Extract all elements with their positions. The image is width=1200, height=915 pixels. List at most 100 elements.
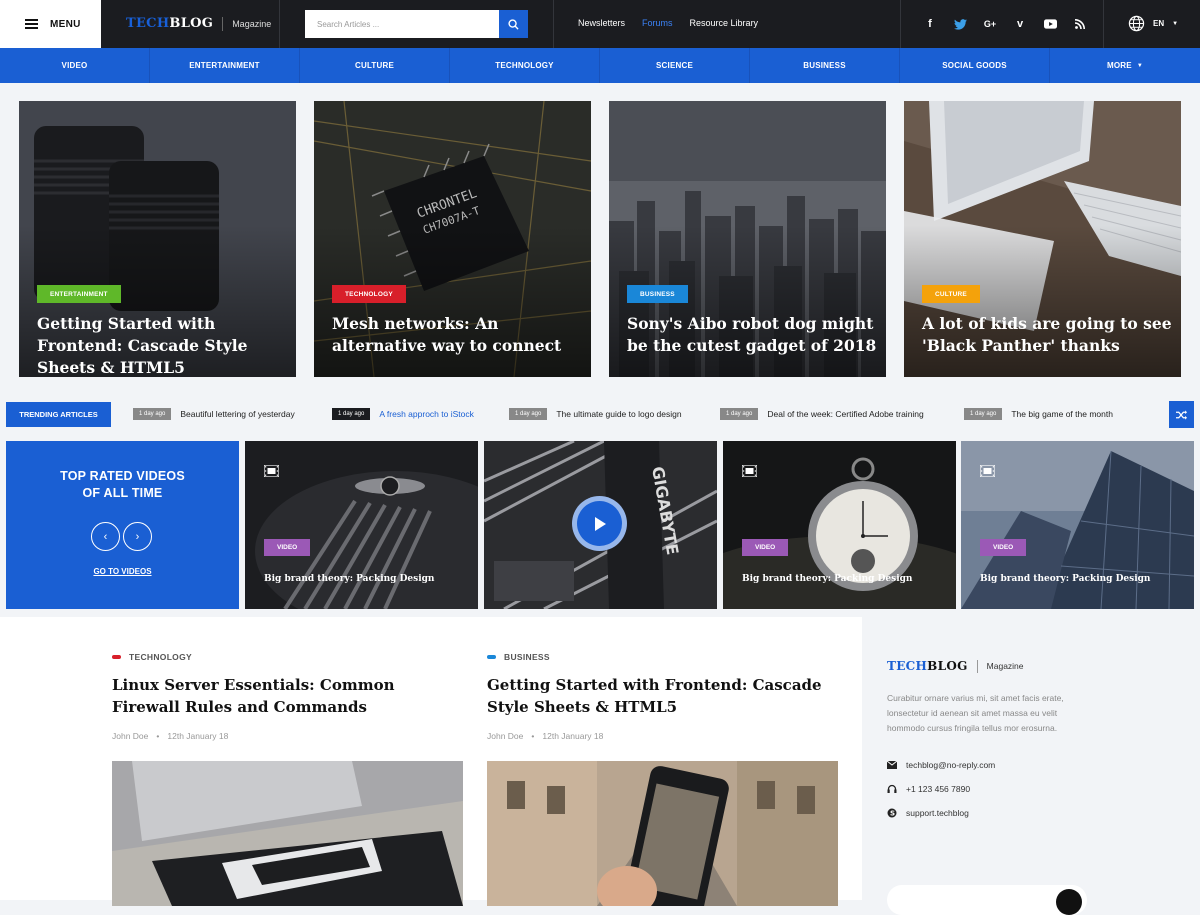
google-plus-icon[interactable]: G+ [982, 16, 998, 32]
shuffle-icon [1176, 409, 1187, 420]
nav-label: ENTERTAINMENT [189, 61, 260, 70]
main-content: TECHNOLOGY Linux Server Essentials: Comm… [0, 617, 862, 906]
link-forums[interactable]: Forums [642, 18, 673, 28]
trending-item[interactable]: 1 day ago Beautiful lettering of yesterda… [133, 408, 295, 420]
nav-item-culture[interactable]: CULTURE [300, 48, 450, 83]
prev-arrow-icon[interactable]: ‹ [91, 522, 120, 551]
video-title[interactable]: Big brand theory: Packing Design [742, 574, 912, 584]
video-card[interactable]: VIDEO Big brand theory: Packing Design [245, 441, 478, 609]
post-category[interactable]: TECHNOLOGY [112, 652, 192, 662]
skype-icon: S [887, 808, 897, 818]
nav-item-more[interactable]: MORE ▼ [1050, 48, 1200, 83]
time-badge: 1 day ago [509, 408, 548, 420]
time-badge: 1 day ago [964, 408, 1003, 420]
meta-separator: • [531, 731, 535, 741]
video-card[interactable]: GIGABYTE [484, 441, 717, 609]
nav-item-social-goods[interactable]: SOCIAL GOODS [900, 48, 1050, 83]
hero-title[interactable]: Mesh networks: An alternative way to con… [332, 313, 582, 357]
logo-subtitle: Magazine [232, 18, 272, 29]
post-image[interactable] [487, 761, 838, 906]
promo-title: TOP RATED VIDEOS OF ALL TIME [6, 468, 239, 502]
category-dot [112, 655, 121, 659]
twitter-icon[interactable] [952, 16, 968, 32]
post-author[interactable]: John Doe [112, 731, 148, 741]
film-icon [263, 464, 280, 482]
nav-item-science[interactable]: SCIENCE [600, 48, 750, 83]
hero-card[interactable]: CULTURE A lot of kids are going to see '… [904, 101, 1181, 377]
envelope-icon [887, 761, 897, 769]
post-image[interactable] [112, 761, 463, 906]
facebook-icon[interactable]: f [922, 16, 938, 32]
trending-item[interactable]: 1 day ago The big game of the month [964, 408, 1113, 420]
vimeo-icon[interactable]: v [1012, 16, 1028, 32]
nav-item-technology[interactable]: TECHNOLOGY [450, 48, 600, 83]
youtube-icon[interactable] [1042, 16, 1058, 32]
post-title[interactable]: Linux Server Essentials: Common Firewall… [112, 674, 462, 718]
site-logo[interactable]: TECHBLOG Magazine [126, 16, 271, 31]
category-badge[interactable]: CULTURE [922, 285, 980, 303]
trending-label: TRENDING ARTICLES [6, 402, 111, 427]
video-badge[interactable]: VIDEO [264, 539, 311, 556]
nav-item-business[interactable]: BUSINESS [750, 48, 900, 83]
trending-item[interactable]: 1 day ago Deal of the week: Certified Ado… [720, 408, 924, 420]
contact-skype[interactable]: S support.techblog [887, 808, 969, 818]
promo-title-line: OF ALL TIME [82, 486, 163, 500]
nav-item-video[interactable]: VIDEO [0, 48, 150, 83]
hero-card[interactable]: BUSINESS Sony's Aibo robot dog might be … [609, 101, 886, 377]
promo-title-line: TOP RATED VIDEOS [60, 469, 185, 483]
play-button[interactable] [572, 496, 627, 551]
post-author[interactable]: John Doe [487, 731, 523, 741]
post-category[interactable]: BUSINESS [487, 652, 550, 662]
phone-text: +1 123 456 7890 [906, 784, 971, 794]
hero-card[interactable]: CHRONTEL CH7007A-T TECHNOLOGY Mesh netwo… [314, 101, 591, 377]
hero-title[interactable]: Sony's Aibo robot dog might be the cutes… [627, 313, 877, 357]
video-badge[interactable]: VIDEO [742, 539, 789, 556]
trending-item[interactable]: 1 day ago A fresh approch to iStock [332, 408, 474, 420]
divider [1103, 0, 1104, 48]
post-title[interactable]: Getting Started with Frontend: Cascade S… [487, 674, 837, 718]
skype-text: support.techblog [906, 808, 969, 818]
go-to-videos-link[interactable]: GO TO VIDEOS [6, 567, 239, 576]
video-badge[interactable]: VIDEO [980, 539, 1027, 556]
post-category-label: BUSINESS [504, 652, 550, 662]
sidebar-logo[interactable]: TECHBLOG Magazine [887, 659, 1024, 673]
category-badge[interactable]: TECHNOLOGY [332, 285, 406, 303]
video-card[interactable]: VIDEO Big brand theory: Packing Design [961, 441, 1194, 609]
video-title[interactable]: Big brand theory: Packing Design [980, 574, 1150, 584]
nav-label: BUSINESS [803, 61, 846, 70]
next-arrow-icon[interactable]: › [123, 522, 152, 551]
video-card[interactable]: VIDEO Big brand theory: Packing Design [723, 441, 956, 609]
sidebar: TECHBLOG Magazine Curabitur ornare variu… [862, 617, 1200, 915]
nav-label: MORE [1107, 61, 1132, 70]
search-button[interactable] [499, 10, 528, 38]
post-category-label: TECHNOLOGY [129, 652, 192, 662]
shuffle-button[interactable] [1169, 401, 1194, 428]
trending-item[interactable]: 1 day ago The ultimate guide to logo desi… [509, 408, 682, 420]
hero-card[interactable]: ENTERTAINMENT Getting Started with Front… [19, 101, 296, 377]
rss-icon[interactable] [1072, 16, 1088, 32]
nav-label: SCIENCE [656, 61, 693, 70]
svg-text:S: S [890, 810, 895, 818]
menu-button[interactable]: MENU [0, 0, 101, 48]
logo-text-blog: BLOG [169, 16, 214, 31]
time-badge: 1 day ago [720, 408, 759, 420]
carousel-arrows: ‹ › [91, 522, 152, 551]
sidebar-search-button[interactable] [1056, 889, 1082, 915]
contact-phone[interactable]: +1 123 456 7890 [887, 784, 970, 794]
contact-email[interactable]: techblog@no-reply.com [887, 760, 995, 770]
video-title[interactable]: Big brand theory: Packing Design [264, 574, 434, 584]
link-resource-library[interactable]: Resource Library [690, 18, 759, 28]
language-selector[interactable]: EN ▼ [1128, 15, 1178, 32]
search-input[interactable] [305, 10, 499, 38]
film-icon [979, 464, 996, 482]
link-newsletters[interactable]: Newsletters [578, 18, 625, 28]
category-badge[interactable]: ENTERTAINMENT [37, 285, 121, 303]
post-date: 12th January 18 [542, 731, 604, 741]
post-meta: John Doe • 12th January 18 [487, 731, 603, 741]
nav-label: SOCIAL GOODS [942, 61, 1007, 70]
category-badge[interactable]: BUSINESS [627, 285, 688, 303]
hero-title[interactable]: Getting Started with Frontend: Cascade S… [37, 313, 287, 377]
hero-title[interactable]: A lot of kids are going to see 'Black Pa… [922, 313, 1172, 357]
trending-title: The big game of the month [1011, 409, 1113, 419]
nav-item-entertainment[interactable]: ENTERTAINMENT [150, 48, 300, 83]
